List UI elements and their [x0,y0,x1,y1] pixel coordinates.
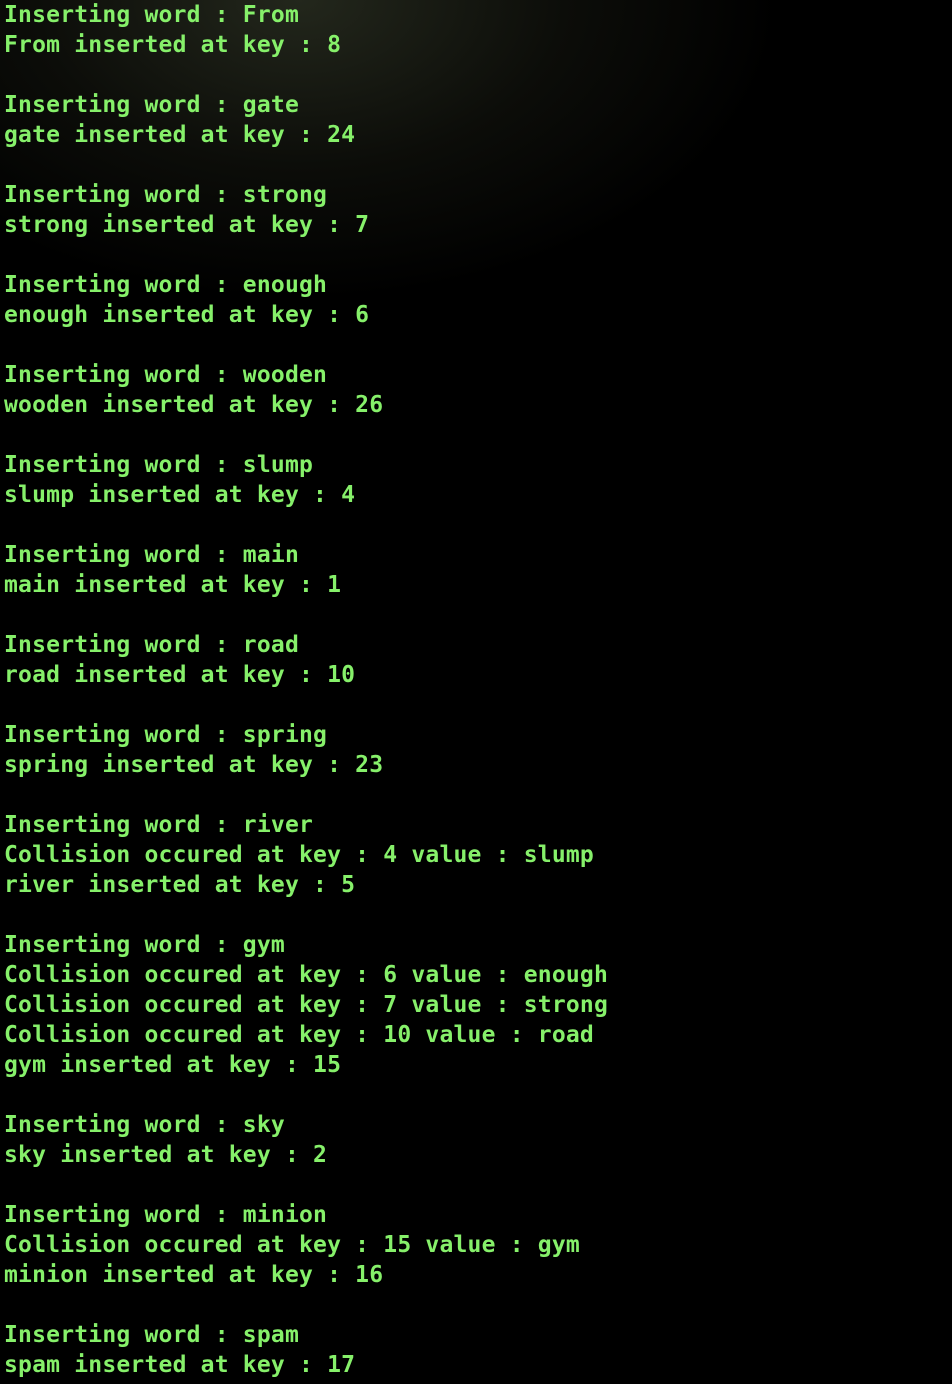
insert-word-line: Inserting word : minion [4,1202,328,1228]
insert-word-line: Inserting word : slump [4,452,314,478]
insert-word-line: Inserting word : main [4,542,299,568]
inserted-at-key-line: sky inserted at key : 2 [4,1142,328,1168]
inserted-at-key-line: slump inserted at key : 4 [4,482,356,508]
insert-word-line: Inserting word : sky [4,1112,285,1138]
insert-word-line: Inserting word : enough [4,272,328,298]
terminal-window[interactable]: Inserting word : From From inserted at ke… [0,0,952,1384]
insert-word-line: Inserting word : gym [4,932,285,958]
insert-word-line: Inserting word : From [4,2,299,28]
inserted-at-key-line: spring inserted at key : 23 [4,752,384,778]
inserted-at-key-line: strong inserted at key : 7 [4,212,370,238]
insert-word-line: Inserting word : wooden [4,362,328,388]
insert-word-line: Inserting word : spring [4,722,328,748]
insert-word-line: Inserting word : gate [4,92,299,118]
inserted-at-key-line: main inserted at key : 1 [4,572,342,598]
inserted-at-key-line: From inserted at key : 8 [4,32,342,58]
inserted-at-key-line: minion inserted at key : 16 [4,1262,384,1288]
inserted-at-key-line: enough inserted at key : 6 [4,302,370,328]
inserted-at-key-line: gym inserted at key : 15 [4,1052,342,1078]
collision-line: Collision occured at key : 6 value : eno… [4,962,609,988]
collision-line: Collision occured at key : 10 value : ro… [4,1022,594,1048]
insert-word-line: Inserting word : river [4,812,314,838]
collision-line: Collision occured at key : 4 value : slu… [4,842,594,868]
inserted-at-key-line: river inserted at key : 5 [4,872,356,898]
inserted-at-key-line: spam inserted at key : 17 [4,1352,356,1378]
insert-word-line: Inserting word : spam [4,1322,299,1348]
inserted-at-key-line: road inserted at key : 10 [4,662,356,688]
inserted-at-key-line: wooden inserted at key : 26 [4,392,384,418]
insert-word-line: Inserting word : road [4,632,299,658]
collision-line: Collision occured at key : 15 value : gy… [4,1232,580,1258]
terminal-output: Inserting word : From From inserted at ke… [4,0,952,1380]
insert-word-line: Inserting word : strong [4,182,328,208]
inserted-at-key-line: gate inserted at key : 24 [4,122,356,148]
collision-line: Collision occured at key : 7 value : str… [4,992,609,1018]
